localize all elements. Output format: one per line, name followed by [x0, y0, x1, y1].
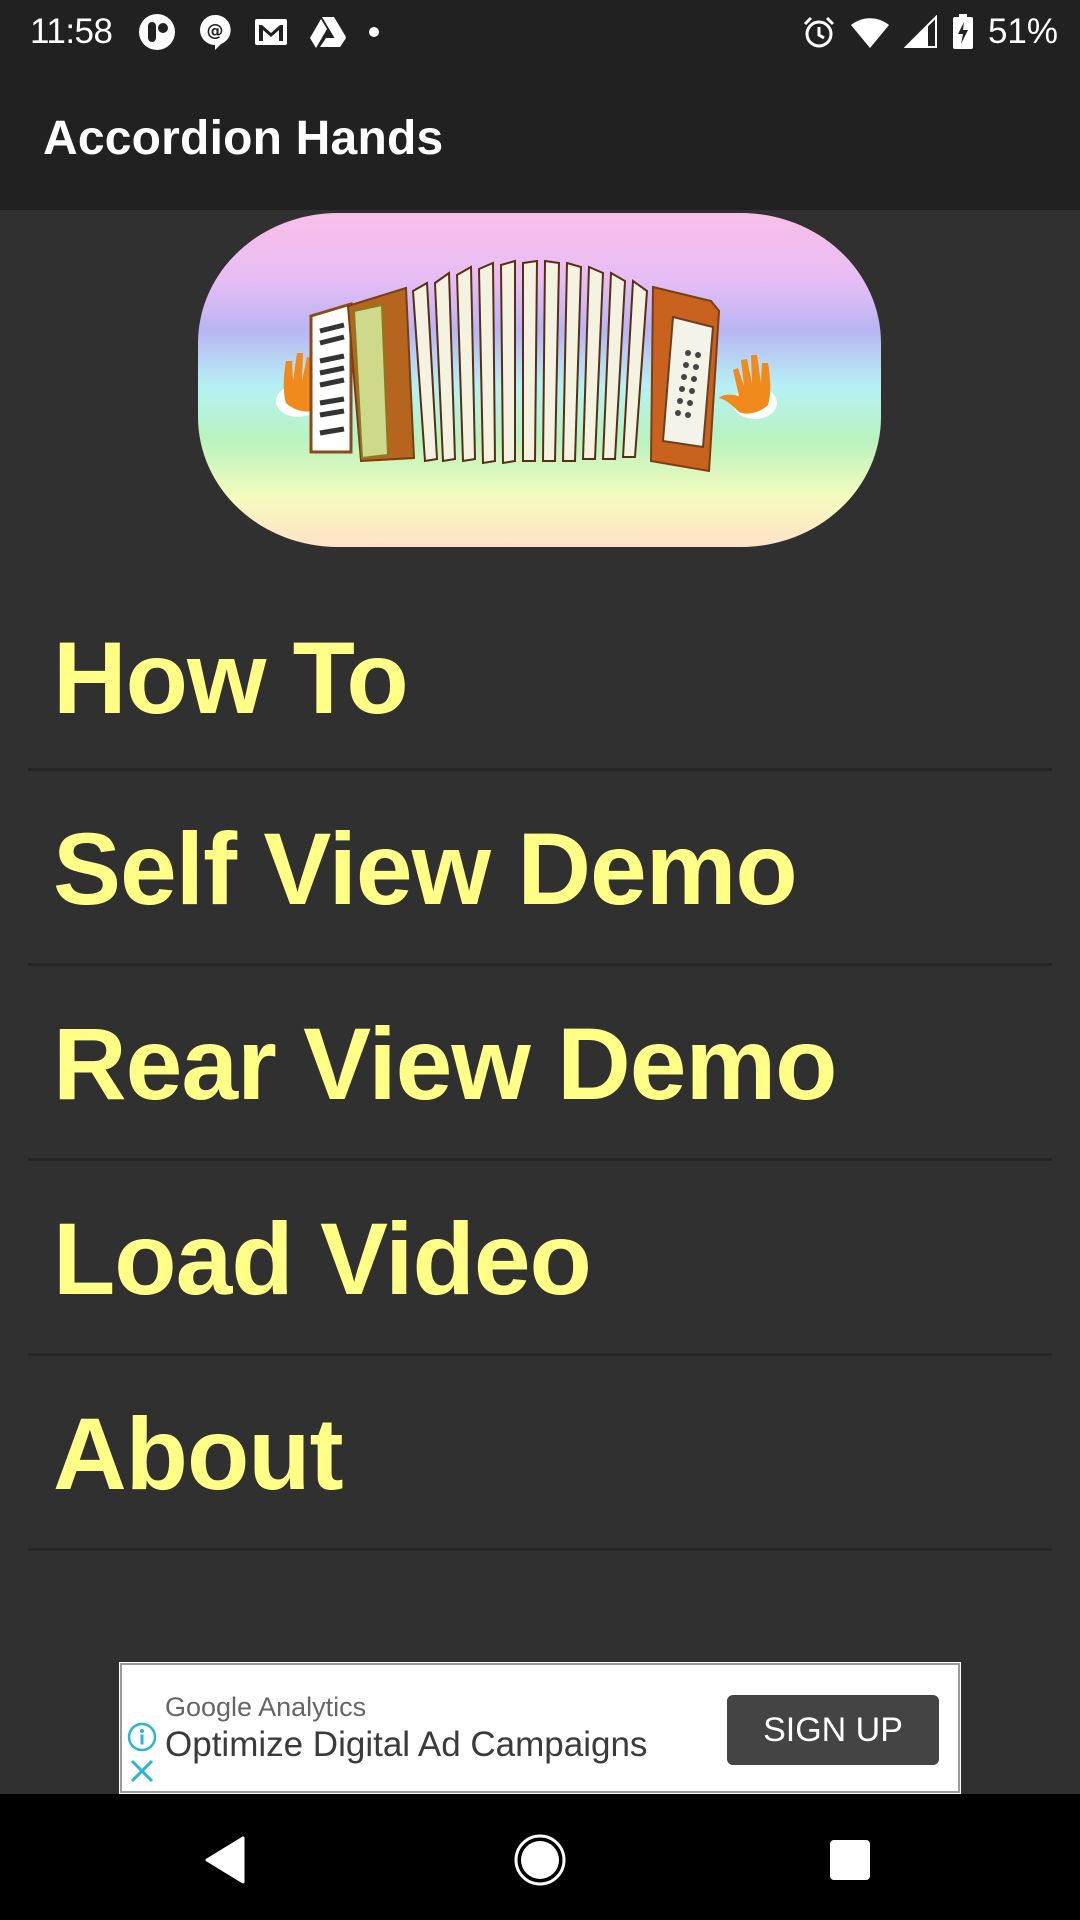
- back-icon: [205, 1836, 245, 1884]
- ad-sign-up-button[interactable]: SIGN UP: [727, 1695, 939, 1765]
- right-hand-icon: [719, 355, 777, 419]
- notification-icons: @: [138, 14, 380, 50]
- battery-percent: 51%: [987, 12, 1058, 51]
- alarm-icon: [803, 16, 834, 48]
- ad-close-icon[interactable]: [128, 1757, 156, 1785]
- wifi-icon: [850, 18, 889, 48]
- ad-banner[interactable]: Google Analytics Optimize Digital Ad Cam…: [119, 1662, 961, 1794]
- menu-item-label: Rear View Demo: [53, 1007, 837, 1121]
- accordion-illustration: [276, 259, 777, 473]
- menu-item-label: How To: [53, 621, 409, 735]
- menu-item-about[interactable]: About: [28, 1356, 1052, 1551]
- recents-icon: [830, 1840, 870, 1880]
- menu-item-label: Load Video: [53, 1202, 592, 1316]
- ad-info-icon[interactable]: [127, 1722, 157, 1752]
- chat-mention-icon: @: [200, 14, 231, 50]
- menu-item-label: About: [53, 1397, 344, 1511]
- menu-item-load-video[interactable]: Load Video: [28, 1161, 1052, 1356]
- app-title: Accordion Hands: [43, 112, 444, 165]
- status-bar: 11:58 @ 51%: [0, 0, 1080, 63]
- gmail-icon: [255, 19, 287, 45]
- svg-text:@: @: [207, 21, 224, 41]
- main-menu: How To Self View Demo Rear View Demo Loa…: [0, 580, 1080, 1551]
- cell-signal-icon: [903, 15, 937, 48]
- dot-icon: [369, 27, 379, 37]
- status-time: 11:58: [30, 12, 113, 51]
- ad-headline[interactable]: Optimize Digital Ad Campaigns: [165, 1725, 647, 1765]
- nav-home-button[interactable]: [510, 1830, 570, 1890]
- menu-item-self-view-demo[interactable]: Self View Demo: [28, 771, 1052, 966]
- battery-charging-icon: [952, 14, 973, 49]
- accordion-body: [309, 259, 721, 473]
- accordion-banner-image: [198, 213, 881, 547]
- drive-icon: [310, 17, 346, 48]
- app-bar: Accordion Hands: [0, 63, 1080, 210]
- system-nav-bar: [0, 1794, 1080, 1920]
- menu-item-label: Self View Demo: [53, 812, 798, 926]
- home-icon: [514, 1834, 566, 1886]
- ad-sponsor: Google Analytics: [165, 1692, 367, 1722]
- nav-back-button[interactable]: [195, 1830, 255, 1890]
- system-indicators: 51%: [802, 12, 1058, 52]
- menu-item-how-to[interactable]: How To: [28, 580, 1052, 771]
- pocketcasts-icon: [139, 14, 175, 50]
- nav-recents-button[interactable]: [820, 1830, 880, 1890]
- menu-item-rear-view-demo[interactable]: Rear View Demo: [28, 966, 1052, 1161]
